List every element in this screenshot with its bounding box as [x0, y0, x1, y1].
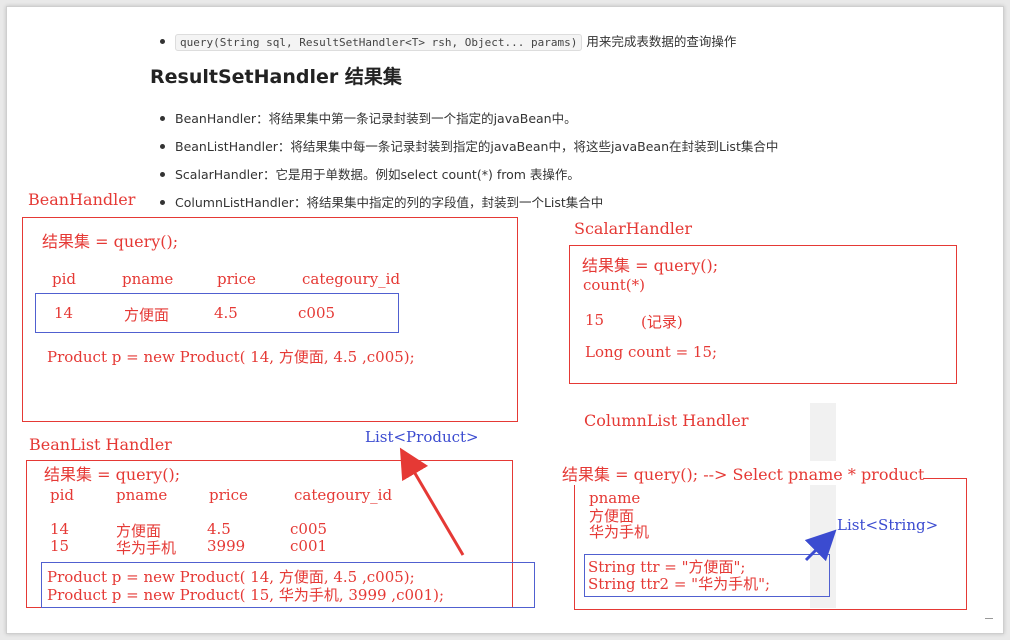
blue-arrow-to-list-string: [804, 529, 837, 562]
annotation-arrows: [399, 447, 837, 562]
red-arrow-to-list-product: [399, 447, 465, 556]
scroll-marker: [985, 618, 993, 619]
